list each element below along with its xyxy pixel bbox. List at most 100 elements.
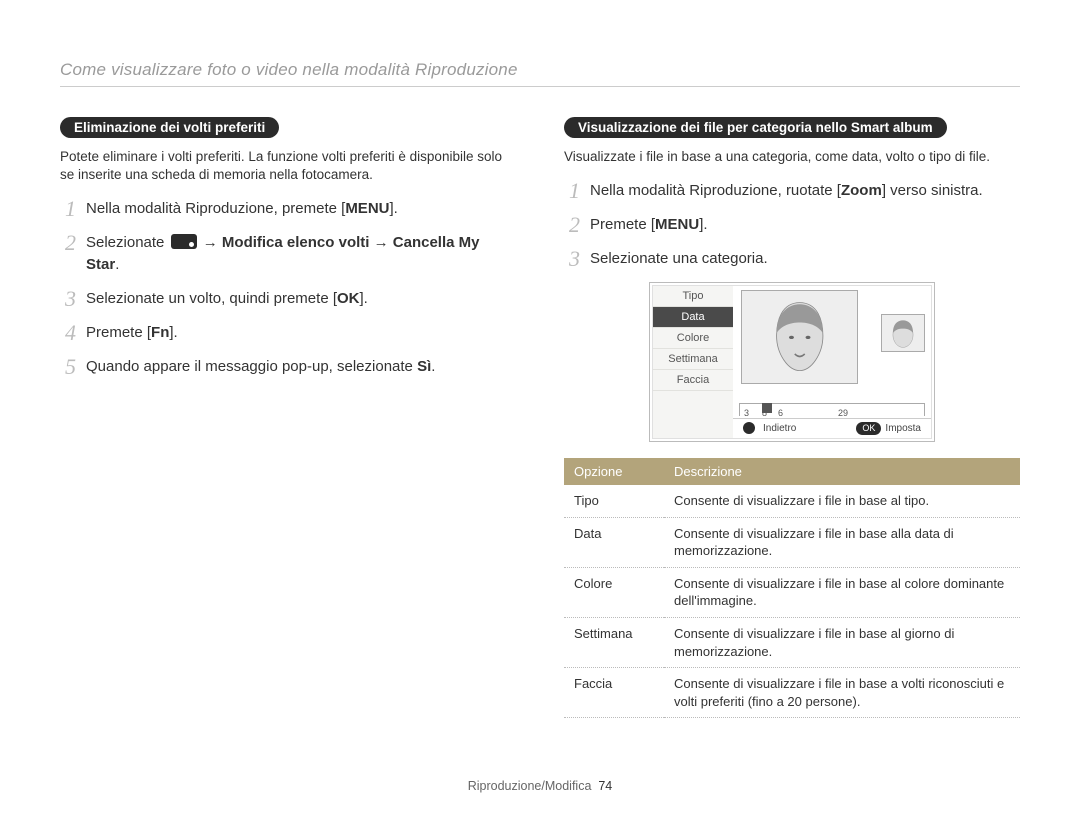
step-num: 3 — [564, 248, 580, 270]
step-2: 2 Selezionate → Modifica elenco volti → … — [60, 232, 516, 276]
step-num: 4 — [60, 322, 76, 344]
th-desc: Descrizione — [664, 458, 1020, 485]
opt-name: Colore — [564, 567, 664, 617]
step-1: 1 Nella modalità Riproduzione, premete [… — [60, 198, 516, 220]
intro-left: Potete eliminare i volti preferiti. La f… — [60, 148, 516, 184]
page-number: 74 — [598, 779, 612, 793]
text: Nella modalità Riproduzione, ruotate [ — [590, 182, 841, 199]
opt-desc: Consente di visualizzare i file in base … — [664, 485, 1020, 517]
zoom-label: Zoom — [841, 182, 882, 199]
step-r1: 1 Nella modalità Riproduzione, ruotate [… — [564, 180, 1020, 202]
step-4: 4 Premete [Fn]. — [60, 322, 516, 344]
step-text: Quando appare il messaggio pop-up, selez… — [86, 356, 435, 378]
opt-name: Faccia — [564, 668, 664, 718]
camera-screen-wrap: Tipo Data Colore Settimana Faccia — [564, 282, 1020, 442]
text: Premete [ — [86, 324, 151, 341]
text: ] verso sinistra. — [882, 182, 983, 199]
step-num: 2 — [60, 232, 76, 254]
opt-desc: Consente di visualizzare i file in base … — [664, 567, 1020, 617]
steps-left: 1 Nella modalità Riproduzione, premete [… — [60, 198, 516, 378]
footer-ok[interactable]: OK Imposta — [856, 422, 921, 435]
step-r2: 2 Premete [MENU]. — [564, 214, 1020, 236]
screen-footer: Indietro OK Imposta — [733, 418, 931, 438]
category-menu: Tipo Data Colore Settimana Faccia — [653, 286, 733, 438]
footer-ok-label: Imposta — [885, 423, 921, 434]
text: ]. — [699, 216, 707, 233]
text: Selezionate una categoria. — [590, 250, 768, 267]
tick-label: 8 — [762, 408, 767, 418]
menu-item-tipo[interactable]: Tipo — [653, 286, 733, 307]
table-row: DataConsente di visualizzare i file in b… — [564, 517, 1020, 567]
table-row: FacciaConsente di visualizzare i file in… — [564, 668, 1020, 718]
tick-label: 29 — [838, 408, 848, 418]
content-columns: Eliminazione dei volti preferiti Potete … — [60, 117, 1020, 718]
main-thumbnail[interactable] — [741, 290, 858, 384]
page-header: Come visualizzare foto o video nella mod… — [60, 60, 1020, 87]
step-text: Nella modalità Riproduzione, ruotate [Zo… — [590, 180, 983, 202]
bold-text: Modifica elenco volti — [222, 234, 370, 251]
menu-item-colore[interactable]: Colore — [653, 328, 733, 349]
step-text: Premete [MENU]. — [590, 214, 708, 236]
th-option: Opzione — [564, 458, 664, 485]
footer-section: Riproduzione/Modifica — [468, 779, 592, 793]
options-table: Opzione Descrizione TipoConsente di visu… — [564, 458, 1020, 718]
display-icon — [171, 234, 197, 249]
text: Nella modalità Riproduzione, premete [ — [86, 200, 345, 217]
step-5: 5 Quando appare il messaggio pop-up, sel… — [60, 356, 516, 378]
text: Selezionate un volto, quindi premete [ — [86, 290, 337, 307]
dpad-icon — [743, 422, 759, 435]
text: Quando appare il messaggio pop-up, selez… — [86, 358, 417, 375]
left-column: Eliminazione dei volti preferiti Potete … — [60, 117, 516, 718]
step-num: 2 — [564, 214, 580, 236]
table-row: ColoreConsente di visualizzare i file in… — [564, 567, 1020, 617]
page: Come visualizzare foto o video nella mod… — [0, 0, 1080, 815]
opt-desc: Consente di visualizzare i file in base … — [664, 668, 1020, 718]
camera-screen: Tipo Data Colore Settimana Faccia — [649, 282, 935, 442]
face-illustration-icon — [882, 315, 924, 351]
section-pill-left: Eliminazione dei volti preferiti — [60, 117, 279, 138]
text: Selezionate — [86, 234, 169, 251]
menu-item-data[interactable]: Data — [653, 307, 733, 328]
ok-key-icon: OK — [856, 422, 881, 435]
steps-right: 1 Nella modalità Riproduzione, ruotate [… — [564, 180, 1020, 270]
camera-screen-inner: Tipo Data Colore Settimana Faccia — [652, 285, 932, 439]
tick-label: 6 — [778, 408, 783, 418]
menu-button-label: MENU — [345, 200, 389, 217]
ok-button-label: OK — [337, 290, 360, 307]
step-text: Selezionate una categoria. — [590, 248, 768, 270]
side-thumbnail[interactable] — [881, 314, 925, 352]
step-num: 3 — [60, 288, 76, 310]
face-illustration-icon — [748, 296, 852, 379]
step-text: Premete [Fn]. — [86, 322, 178, 344]
menu-item-settimana[interactable]: Settimana — [653, 349, 733, 370]
step-num: 1 — [564, 180, 580, 202]
text: ]. — [360, 290, 368, 307]
text: ]. — [389, 200, 397, 217]
text: ]. — [169, 324, 177, 341]
opt-name: Data — [564, 517, 664, 567]
step-r3: 3 Selezionate una categoria. — [564, 248, 1020, 270]
text: Premete [ — [590, 216, 655, 233]
opt-desc: Consente di visualizzare i file in base … — [664, 517, 1020, 567]
text: . — [431, 358, 435, 375]
thumbnail-area: 3 8 6 29 Indietro OK Imposta — [733, 286, 931, 438]
menu-button-label: MENU — [655, 216, 699, 233]
step-3: 3 Selezionate un volto, quindi premete [… — [60, 288, 516, 310]
arrow: → — [369, 234, 392, 251]
opt-name: Tipo — [564, 485, 664, 517]
text: . — [115, 256, 119, 273]
menu-item-faccia[interactable]: Faccia — [653, 370, 733, 391]
fn-button-label: Fn — [151, 324, 169, 341]
arrow: → — [199, 234, 222, 251]
footer-back[interactable]: Indietro — [743, 422, 796, 435]
step-text: Nella modalità Riproduzione, premete [ME… — [86, 198, 398, 220]
right-column: Visualizzazione dei file per categoria n… — [564, 117, 1020, 718]
opt-name: Settimana — [564, 617, 664, 667]
section-pill-right: Visualizzazione dei file per categoria n… — [564, 117, 947, 138]
intro-right: Visualizzate i file in base a una catego… — [564, 148, 1020, 166]
step-text: Selezionate un volto, quindi premete [OK… — [86, 288, 368, 310]
page-footer: Riproduzione/Modifica 74 — [0, 779, 1080, 793]
step-num: 5 — [60, 356, 76, 378]
timeline-ruler[interactable]: 3 8 6 29 — [739, 403, 925, 416]
table-row: SettimanaConsente di visualizzare i file… — [564, 617, 1020, 667]
